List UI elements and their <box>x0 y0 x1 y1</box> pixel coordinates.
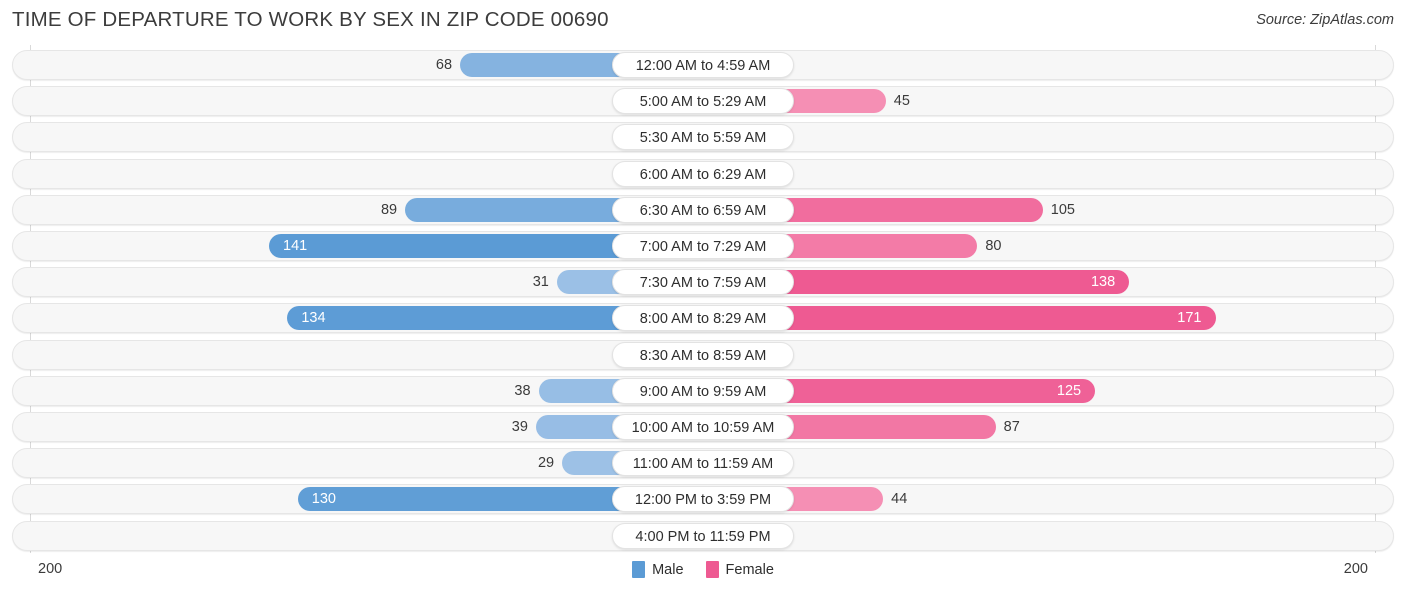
category-label: 8:00 AM to 8:29 AM <box>612 305 794 332</box>
bar-value-female: 105 <box>1050 201 1075 218</box>
legend-swatch-female-icon <box>705 561 719 578</box>
legend-item-male[interactable]: Male <box>632 561 684 578</box>
bar-row[interactable]: 29011:00 AM to 11:59 AM <box>12 448 1394 479</box>
bar-value-male: 38 <box>514 382 531 399</box>
bar-value-female: 171 <box>1177 310 1202 327</box>
bar-value-female: 125 <box>1056 382 1082 399</box>
chart-plot-area: 68012:00 AM to 4:59 AM0455:00 AM to 5:29… <box>0 45 1406 553</box>
category-label: 5:30 AM to 5:59 AM <box>612 124 794 151</box>
category-label: 11:00 AM to 11:59 AM <box>612 450 794 477</box>
bar-value-female: 80 <box>985 238 1002 254</box>
page-title: TIME OF DEPARTURE TO WORK BY SEX IN ZIP … <box>12 8 609 31</box>
bar-value-male: 31 <box>532 274 549 291</box>
category-label: 12:00 PM to 3:59 PM <box>612 486 794 513</box>
bar-row[interactable]: 39 87 10:00 AM to 10:59 AM <box>12 412 1394 442</box>
legend-label-male: Male <box>652 561 684 578</box>
chart-footer: 200 200 Male Female <box>0 553 1406 595</box>
bar-row[interactable]: 68012:00 AM to 4:59 AM <box>12 50 1394 80</box>
category-label: 6:30 AM to 6:59 AM <box>612 196 794 223</box>
category-label: 10:00 AM to 10:59 AM <box>612 414 794 440</box>
category-label: 7:00 AM to 7:29 AM <box>612 233 794 259</box>
bar-row[interactable]: 134 171 8:00 AM to 8:29 AM <box>12 303 1394 334</box>
bar-row[interactable]: 0455:00 AM to 5:29 AM <box>12 86 1394 117</box>
bar-row[interactable]: 141 80 7:00 AM to 7:29 AM <box>12 231 1394 261</box>
category-label: 9:00 AM to 9:59 AM <box>612 377 794 404</box>
bar-value-male: 89 <box>380 201 398 218</box>
source-attribution: Source: ZipAtlas.com <box>1256 12 1394 28</box>
chart-header: TIME OF DEPARTURE TO WORK BY SEX IN ZIP … <box>0 0 1406 42</box>
category-label: 7:30 AM to 7:59 AM <box>612 269 794 296</box>
chart-legend: Male Female <box>0 561 1406 578</box>
category-label: 5:00 AM to 5:29 AM <box>612 88 794 115</box>
legend-label-female: Female <box>725 561 774 578</box>
bar-row[interactable]: 31 138 7:30 AM to 7:59 AM <box>12 267 1394 298</box>
bar-value-male: 39 <box>511 419 528 435</box>
category-label: 6:00 AM to 6:29 AM <box>612 160 794 187</box>
bar-row[interactable]: 89 105 6:30 AM to 6:59 AM <box>12 194 1394 225</box>
bar-row[interactable]: 38 125 9:00 AM to 9:59 AM <box>12 375 1394 406</box>
bar-value-female: 138 <box>1090 274 1116 291</box>
bar-row[interactable]: 130 44 12:00 PM to 3:59 PM <box>12 484 1394 515</box>
category-label: 4:00 PM to 11:59 PM <box>612 522 794 549</box>
bar-value-female: 45 <box>893 93 910 110</box>
bar-row[interactable]: 006:00 AM to 6:29 AM <box>12 158 1394 189</box>
bar-row[interactable]: 005:30 AM to 5:59 AM <box>12 122 1394 153</box>
bar-value-female: 44 <box>891 491 908 508</box>
bar-value-male: 29 <box>537 455 555 472</box>
category-label: 8:30 AM to 8:59 AM <box>612 341 794 368</box>
bar-row[interactable]: 004:00 PM to 11:59 PM <box>12 520 1394 551</box>
bar-value-male: 68 <box>435 57 453 73</box>
legend-swatch-male-icon <box>632 561 646 578</box>
category-label: 12:00 AM to 4:59 AM <box>612 52 794 78</box>
bar-value-male: 134 <box>301 310 326 327</box>
bar-row[interactable]: 008:30 AM to 8:59 AM <box>12 339 1394 370</box>
bar-value-female: 87 <box>1003 419 1020 435</box>
legend-item-female[interactable]: Female <box>705 561 774 578</box>
bar-value-male: 130 <box>311 491 336 508</box>
bar-value-male: 141 <box>283 238 308 254</box>
